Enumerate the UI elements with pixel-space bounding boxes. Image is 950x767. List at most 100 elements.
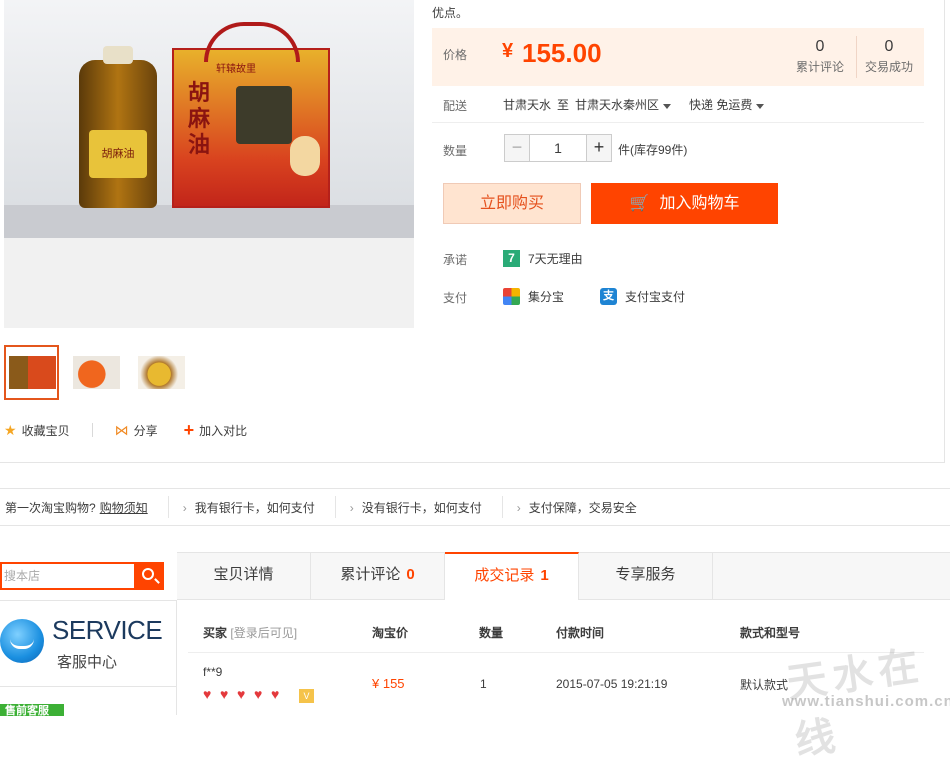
- ship-to-word: 至: [557, 98, 570, 112]
- record-quantity: 1: [480, 677, 487, 691]
- service-title-cn: 客服中心: [57, 654, 118, 671]
- cart-icon: 🛒: [629, 195, 650, 212]
- payment-label: 支付: [443, 291, 468, 305]
- guide-item-with-card[interactable]: 我有银行卡，如何支付: [183, 499, 315, 516]
- transactions-tab-count: 1: [540, 567, 549, 584]
- record-time: 2015-07-05 19:21:19: [556, 677, 668, 691]
- promise-row[interactable]: 7 7天无理由: [503, 250, 583, 267]
- first-time-text: 第一次淘宝购物?: [5, 500, 96, 515]
- reviews-label: 累计评论: [795, 60, 844, 74]
- quantity-stepper: − 1 +: [504, 134, 612, 162]
- delivery-method-select[interactable]: 快递 免运费: [689, 96, 770, 113]
- vip-badge-icon: V: [299, 689, 314, 703]
- deals-count: 0: [884, 38, 894, 55]
- payment-option-alipay[interactable]: 支付宝支付: [625, 288, 685, 305]
- thumbnail-2[interactable]: [68, 345, 123, 400]
- box-slogan: 轩辕故里: [216, 64, 256, 75]
- bottle-label: 胡麻油: [89, 130, 147, 178]
- quantity-label: 数量: [443, 144, 468, 158]
- heart-icon: ♥: [271, 686, 280, 702]
- add-to-cart-button[interactable]: 🛒 加入购物车: [591, 183, 778, 224]
- tab-transactions[interactable]: 成交记录 1: [445, 552, 579, 600]
- decrease-button[interactable]: −: [504, 134, 530, 162]
- product-main-image[interactable]: 胡麻油 轩辕故里 胡麻油: [4, 0, 414, 328]
- price-box: 价格 ¥ 155.00 0 累计评论 0 交易成功: [432, 28, 924, 86]
- add-to-cart-label: 加入购物车: [659, 195, 740, 212]
- shipping-row: 甘肃天水 至 甘肃天水秦州区 快递 免运费: [503, 96, 770, 113]
- alipay-icon: 支: [600, 288, 618, 305]
- share-button[interactable]: ⋈ 分享: [115, 422, 158, 439]
- jifenbao-icon: [503, 288, 520, 305]
- presale-service-badge[interactable]: 售前客服: [0, 704, 64, 716]
- share-label: 分享: [133, 423, 158, 438]
- heart-icon: ♥: [220, 686, 229, 702]
- thumbnail-3[interactable]: [133, 345, 188, 400]
- payment-row: 集分宝 支 支付宝支付: [503, 288, 685, 305]
- payment-option-jifenbao[interactable]: 集分宝: [528, 288, 564, 305]
- heart-icon: ♥: [254, 686, 263, 702]
- customer-service-box: SERVICE 客服中心 售前客服: [0, 600, 177, 716]
- share-icon: ⋈: [114, 421, 129, 438]
- shopping-guide-strip: 第一次淘宝购物? 购物须知 我有银行卡，如何支付 没有银行卡，如何支付 支付保障…: [0, 488, 950, 526]
- col-quantity: 数量: [479, 626, 504, 640]
- tab-services[interactable]: 专享服务: [579, 553, 713, 600]
- search-icon: [142, 568, 154, 580]
- plus-icon: +: [183, 419, 195, 440]
- currency-symbol: ¥: [502, 40, 514, 62]
- box-title: 胡麻油: [188, 80, 211, 158]
- description-tail: 优点。: [432, 6, 469, 20]
- chevron-down-icon: [663, 104, 672, 109]
- oil-bottle-image: 胡麻油: [79, 46, 157, 208]
- guide-item-without-card[interactable]: 没有银行卡，如何支付: [350, 499, 482, 516]
- item-actions: ★ 收藏宝贝 ⋈ 分享 + 加入对比: [4, 420, 247, 440]
- price-value: 155.00: [522, 38, 602, 68]
- chevron-down-icon: [756, 104, 765, 109]
- heart-icon: ♥: [237, 686, 246, 702]
- tab-details[interactable]: 宝贝详情: [177, 553, 311, 600]
- increase-button[interactable]: +: [586, 134, 612, 162]
- thumbnail-1[interactable]: [4, 345, 59, 400]
- buyer-credit-hearts: ♥ ♥ ♥ ♥ ♥: [203, 686, 288, 702]
- destination-select[interactable]: 甘肃天水秦州区: [575, 96, 677, 113]
- buy-now-button[interactable]: 立即购买: [443, 183, 581, 224]
- heart-icon: ♥: [203, 686, 212, 702]
- shop-search-input[interactable]: 搜本店: [0, 562, 134, 590]
- seven-day-icon: 7: [503, 250, 520, 267]
- reviews-tab-count: 0: [406, 566, 415, 583]
- shipping-label: 配送: [443, 99, 468, 113]
- deals-stat[interactable]: 0 交易成功: [855, 38, 923, 75]
- ship-from: 甘肃天水: [503, 98, 552, 112]
- favorite-button[interactable]: ★ 收藏宝贝: [4, 422, 70, 439]
- shop-search: 搜本店: [0, 562, 164, 590]
- reviews-stat[interactable]: 0 累计评论: [786, 38, 854, 75]
- search-button[interactable]: [134, 562, 164, 590]
- compare-button[interactable]: + 加入对比: [184, 420, 248, 441]
- record-sku: 默认款式: [740, 678, 789, 692]
- promise-text: 7天无理由: [528, 252, 583, 266]
- guide-item-security[interactable]: 支付保障，交易安全: [517, 499, 637, 516]
- price-label: 价格: [443, 48, 468, 62]
- shopping-guide-link[interactable]: 购物须知: [100, 499, 148, 516]
- promise-label: 承诺: [443, 253, 468, 267]
- reviews-count: 0: [815, 38, 825, 55]
- col-buyer: 买家 [登录后可见]: [203, 626, 298, 640]
- site-watermark-url: www.tianshui.com.cn: [782, 693, 950, 710]
- favorite-label: 收藏宝贝: [21, 423, 70, 438]
- col-sku: 款式和型号: [740, 626, 801, 640]
- record-buyer: f**9: [203, 665, 223, 679]
- record-price: ¥ 155: [372, 676, 405, 691]
- compare-label: 加入对比: [199, 423, 248, 438]
- star-icon: ★: [4, 421, 17, 438]
- stock-text: 件(库存99件): [618, 143, 688, 157]
- gift-box-image: 轩辕故里 胡麻油: [172, 22, 330, 208]
- service-mascot-icon: [0, 619, 44, 663]
- detail-tabs: 宝贝详情 累计评论 0 成交记录 1 专享服务: [177, 552, 950, 600]
- product-photo: 胡麻油 轩辕故里 胡麻油: [4, 0, 414, 238]
- deals-label: 交易成功: [864, 60, 913, 74]
- col-price: 淘宝价: [372, 626, 409, 640]
- col-pay-time: 付款时间: [556, 626, 605, 640]
- buyer-login-note: [登录后可见]: [230, 626, 298, 640]
- service-title-en: SERVICE: [52, 615, 163, 645]
- tab-reviews[interactable]: 累计评论 0: [311, 553, 445, 600]
- quantity-input[interactable]: 1: [530, 134, 586, 162]
